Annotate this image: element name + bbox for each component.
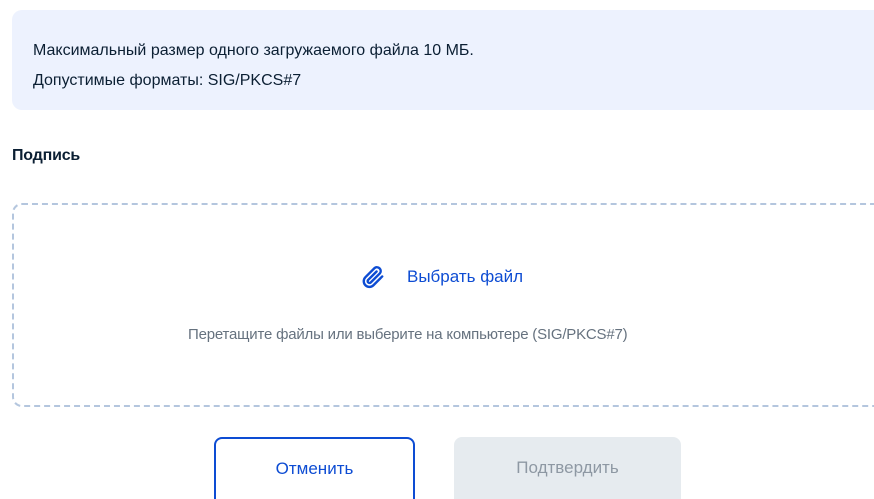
- file-dropzone[interactable]: Выбрать файл Перетащите файлы или выбери…: [12, 203, 874, 407]
- upload-signature-form: Максимальный размер одного загружаемого …: [0, 0, 874, 499]
- allowed-formats-text: Допустимые форматы: SIG/PKCS#7: [33, 72, 302, 89]
- signature-label: Подпись: [12, 147, 81, 164]
- cancel-button[interactable]: Отменить: [214, 437, 415, 499]
- paperclip-icon: [360, 264, 386, 290]
- choose-file-label: Выбрать файл: [407, 267, 524, 286]
- max-file-size-text: Максимальный размер одного загружаемого …: [33, 42, 474, 59]
- confirm-button[interactable]: Подтвердить: [454, 437, 681, 499]
- upload-info-banner: Максимальный размер одного загружаемого …: [12, 10, 874, 110]
- dropzone-hint: Перетащите файлы или выберите на компьют…: [188, 326, 628, 343]
- choose-file-link[interactable]: Выбрать файл: [360, 264, 523, 290]
